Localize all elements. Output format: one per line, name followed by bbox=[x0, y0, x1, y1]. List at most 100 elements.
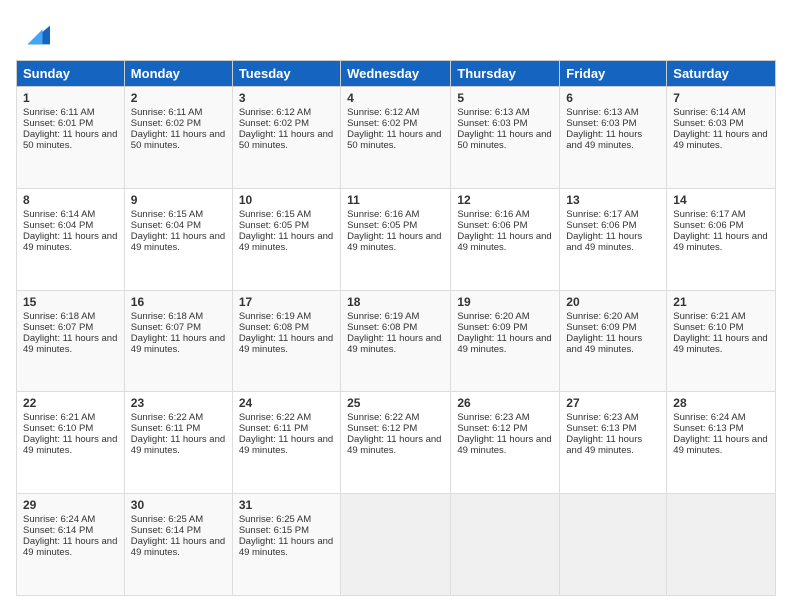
calendar-cell bbox=[667, 494, 776, 596]
sunset-label: Sunset: 6:12 PM bbox=[457, 423, 527, 434]
day-number: 15 bbox=[23, 295, 118, 309]
weekday-header-saturday: Saturday bbox=[667, 61, 776, 87]
sunset-label: Sunset: 6:04 PM bbox=[131, 220, 201, 231]
sunrise-label: Sunrise: 6:12 AM bbox=[347, 107, 419, 118]
daylight-label: Daylight: 11 hours and 49 minutes. bbox=[239, 536, 333, 558]
sunrise-label: Sunrise: 6:15 AM bbox=[239, 209, 311, 220]
calendar-cell: 3Sunrise: 6:12 AMSunset: 6:02 PMDaylight… bbox=[232, 87, 340, 189]
week-row-5: 29Sunrise: 6:24 AMSunset: 6:14 PMDayligh… bbox=[17, 494, 776, 596]
sunset-label: Sunset: 6:04 PM bbox=[23, 220, 93, 231]
week-row-2: 8Sunrise: 6:14 AMSunset: 6:04 PMDaylight… bbox=[17, 188, 776, 290]
day-number: 1 bbox=[23, 91, 118, 105]
calendar-cell: 22Sunrise: 6:21 AMSunset: 6:10 PMDayligh… bbox=[17, 392, 125, 494]
weekday-header-thursday: Thursday bbox=[451, 61, 560, 87]
day-number: 27 bbox=[566, 396, 660, 410]
calendar-cell: 17Sunrise: 6:19 AMSunset: 6:08 PMDayligh… bbox=[232, 290, 340, 392]
sunrise-label: Sunrise: 6:19 AM bbox=[239, 311, 311, 322]
calendar-cell: 12Sunrise: 6:16 AMSunset: 6:06 PMDayligh… bbox=[451, 188, 560, 290]
daylight-label: Daylight: 11 hours and 49 minutes. bbox=[23, 333, 117, 355]
day-number: 31 bbox=[239, 498, 334, 512]
sunrise-label: Sunrise: 6:23 AM bbox=[566, 412, 638, 423]
day-number: 17 bbox=[239, 295, 334, 309]
calendar-cell: 20Sunrise: 6:20 AMSunset: 6:09 PMDayligh… bbox=[560, 290, 667, 392]
sunrise-label: Sunrise: 6:17 AM bbox=[673, 209, 745, 220]
day-number: 16 bbox=[131, 295, 226, 309]
sunset-label: Sunset: 6:11 PM bbox=[239, 423, 309, 434]
day-number: 11 bbox=[347, 193, 444, 207]
sunset-label: Sunset: 6:08 PM bbox=[347, 322, 417, 333]
calendar-cell: 27Sunrise: 6:23 AMSunset: 6:13 PMDayligh… bbox=[560, 392, 667, 494]
daylight-label: Daylight: 11 hours and 49 minutes. bbox=[457, 434, 551, 456]
calendar-table: SundayMondayTuesdayWednesdayThursdayFrid… bbox=[16, 60, 776, 596]
daylight-label: Daylight: 11 hours and 49 minutes. bbox=[673, 129, 767, 151]
week-row-4: 22Sunrise: 6:21 AMSunset: 6:10 PMDayligh… bbox=[17, 392, 776, 494]
day-number: 3 bbox=[239, 91, 334, 105]
daylight-label: Daylight: 11 hours and 49 minutes. bbox=[23, 231, 117, 253]
sunrise-label: Sunrise: 6:25 AM bbox=[239, 514, 311, 525]
sunrise-label: Sunrise: 6:22 AM bbox=[347, 412, 419, 423]
daylight-label: Daylight: 11 hours and 49 minutes. bbox=[131, 434, 225, 456]
calendar-cell: 15Sunrise: 6:18 AMSunset: 6:07 PMDayligh… bbox=[17, 290, 125, 392]
sunset-label: Sunset: 6:14 PM bbox=[23, 525, 93, 536]
calendar-cell: 11Sunrise: 6:16 AMSunset: 6:05 PMDayligh… bbox=[341, 188, 451, 290]
sunset-label: Sunset: 6:02 PM bbox=[131, 118, 201, 129]
day-number: 8 bbox=[23, 193, 118, 207]
daylight-label: Daylight: 11 hours and 49 minutes. bbox=[347, 231, 441, 253]
day-number: 21 bbox=[673, 295, 769, 309]
day-number: 9 bbox=[131, 193, 226, 207]
daylight-label: Daylight: 11 hours and 49 minutes. bbox=[131, 536, 225, 558]
daylight-label: Daylight: 11 hours and 50 minutes. bbox=[23, 129, 117, 151]
calendar-cell: 24Sunrise: 6:22 AMSunset: 6:11 PMDayligh… bbox=[232, 392, 340, 494]
calendar-cell: 19Sunrise: 6:20 AMSunset: 6:09 PMDayligh… bbox=[451, 290, 560, 392]
weekday-header-wednesday: Wednesday bbox=[341, 61, 451, 87]
sunset-label: Sunset: 6:02 PM bbox=[239, 118, 309, 129]
sunset-label: Sunset: 6:09 PM bbox=[566, 322, 636, 333]
top-section bbox=[16, 16, 776, 50]
day-number: 2 bbox=[131, 91, 226, 105]
sunset-label: Sunset: 6:07 PM bbox=[131, 322, 201, 333]
sunset-label: Sunset: 6:01 PM bbox=[23, 118, 93, 129]
sunset-label: Sunset: 6:07 PM bbox=[23, 322, 93, 333]
daylight-label: Daylight: 11 hours and 49 minutes. bbox=[131, 231, 225, 253]
day-number: 7 bbox=[673, 91, 769, 105]
calendar-cell: 1 Sunrise: 6:11 AMSunset: 6:01 PMDaylight… bbox=[17, 87, 125, 189]
sunrise-label: Sunrise: 6:11 AM bbox=[23, 107, 95, 118]
week-row-3: 15Sunrise: 6:18 AMSunset: 6:07 PMDayligh… bbox=[17, 290, 776, 392]
daylight-label: Daylight: 11 hours and 49 minutes. bbox=[239, 333, 333, 355]
sunset-label: Sunset: 6:06 PM bbox=[673, 220, 743, 231]
daylight-label: Daylight: 11 hours and 50 minutes. bbox=[347, 129, 441, 151]
sunrise-label: Sunrise: 6:16 AM bbox=[347, 209, 419, 220]
calendar-cell bbox=[341, 494, 451, 596]
sunrise-label: Sunrise: 6:24 AM bbox=[23, 514, 95, 525]
sunset-label: Sunset: 6:03 PM bbox=[457, 118, 527, 129]
sunset-label: Sunset: 6:10 PM bbox=[23, 423, 93, 434]
day-number: 30 bbox=[131, 498, 226, 512]
calendar-cell: 5Sunrise: 6:13 AMSunset: 6:03 PMDaylight… bbox=[451, 87, 560, 189]
sunset-label: Sunset: 6:02 PM bbox=[347, 118, 417, 129]
calendar-cell: 2Sunrise: 6:11 AMSunset: 6:02 PMDaylight… bbox=[124, 87, 232, 189]
sunset-label: Sunset: 6:13 PM bbox=[566, 423, 636, 434]
daylight-label: Daylight: 11 hours and 49 minutes. bbox=[673, 231, 767, 253]
calendar-cell: 29Sunrise: 6:24 AMSunset: 6:14 PMDayligh… bbox=[17, 494, 125, 596]
daylight-label: Daylight: 11 hours and 49 minutes. bbox=[457, 231, 551, 253]
day-number: 5 bbox=[457, 91, 553, 105]
sunset-label: Sunset: 6:12 PM bbox=[347, 423, 417, 434]
calendar-cell: 25Sunrise: 6:22 AMSunset: 6:12 PMDayligh… bbox=[341, 392, 451, 494]
sunrise-label: Sunrise: 6:19 AM bbox=[347, 311, 419, 322]
logo bbox=[16, 20, 50, 50]
day-number: 18 bbox=[347, 295, 444, 309]
daylight-label: Daylight: 11 hours and 49 minutes. bbox=[239, 231, 333, 253]
calendar-cell: 7Sunrise: 6:14 AMSunset: 6:03 PMDaylight… bbox=[667, 87, 776, 189]
sunrise-label: Sunrise: 6:21 AM bbox=[23, 412, 95, 423]
sunset-label: Sunset: 6:11 PM bbox=[131, 423, 201, 434]
sunrise-label: Sunrise: 6:12 AM bbox=[239, 107, 311, 118]
day-number: 12 bbox=[457, 193, 553, 207]
sunrise-label: Sunrise: 6:15 AM bbox=[131, 209, 203, 220]
day-number: 26 bbox=[457, 396, 553, 410]
calendar-cell: 21Sunrise: 6:21 AMSunset: 6:10 PMDayligh… bbox=[667, 290, 776, 392]
sunrise-label: Sunrise: 6:20 AM bbox=[566, 311, 638, 322]
sunset-label: Sunset: 6:09 PM bbox=[457, 322, 527, 333]
daylight-label: Daylight: 11 hours and 49 minutes. bbox=[23, 536, 117, 558]
calendar-cell: 14Sunrise: 6:17 AMSunset: 6:06 PMDayligh… bbox=[667, 188, 776, 290]
sunrise-label: Sunrise: 6:13 AM bbox=[566, 107, 638, 118]
